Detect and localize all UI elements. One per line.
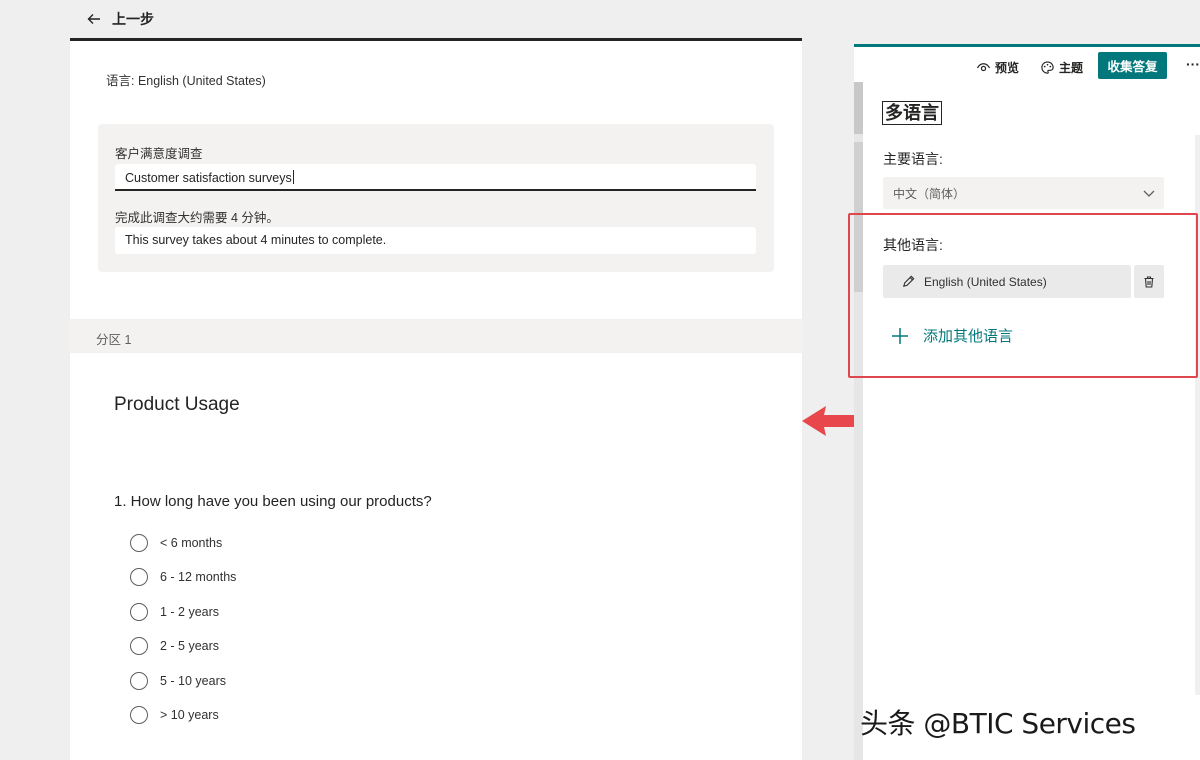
radio-button[interactable] — [130, 603, 148, 621]
section-title: Product Usage — [114, 394, 240, 415]
more-options-icon[interactable]: ··· — [1186, 56, 1200, 72]
multilingual-panel: 预览 主题 收集答复 ··· 多语言 主要语言: 中文（简体） 其他语言: En… — [854, 44, 1200, 760]
panel-title: 多语言 — [882, 101, 942, 125]
scroll-thumb[interactable] — [854, 82, 863, 134]
option-3[interactable]: 1 - 2 years — [130, 603, 219, 621]
form-title-card: 客户满意度调查 Customer satisfaction surveys 完成… — [98, 124, 774, 272]
title-translation-input[interactable]: Customer satisfaction surveys — [115, 164, 756, 191]
title-original-label: 客户满意度调查 — [115, 147, 203, 161]
text-caret — [292, 170, 294, 184]
section-header: 分区 1 — [70, 319, 802, 353]
theme-button[interactable]: 主题 — [1040, 59, 1083, 76]
primary-language-label: 主要语言: — [883, 151, 943, 167]
back-button[interactable]: 上一步 — [70, 0, 802, 38]
language-indicator: 语言: English (United States) — [106, 74, 266, 88]
radio-button[interactable] — [130, 637, 148, 655]
watermark: 头条 @BTIC Services — [860, 707, 1136, 740]
option-5[interactable]: 5 - 10 years — [130, 672, 226, 690]
eye-icon — [976, 63, 991, 72]
question-text: 1. How long have you been using our prod… — [114, 493, 432, 510]
radio-button[interactable] — [130, 672, 148, 690]
radio-button[interactable] — [130, 534, 148, 552]
panel-body: 多语言 主要语言: 中文（简体） 其他语言: English (United S… — [863, 85, 1200, 760]
arrow-left-icon — [87, 14, 100, 24]
preview-button[interactable]: 预览 — [976, 59, 1019, 76]
description-original-label: 完成此调查大约需要 4 分钟。 — [115, 211, 279, 225]
option-1[interactable]: < 6 months — [130, 534, 222, 552]
description-translation-input[interactable]: This survey takes about 4 minutes to com… — [115, 227, 756, 254]
option-2[interactable]: 6 - 12 months — [130, 568, 236, 586]
palette-icon — [1041, 61, 1054, 74]
option-4[interactable]: 2 - 5 years — [130, 637, 219, 655]
chevron-down-icon — [1143, 190, 1155, 197]
primary-language-dropdown[interactable]: 中文（简体） — [883, 177, 1164, 209]
panel-gutter-scrollbar[interactable] — [854, 82, 863, 760]
radio-button[interactable] — [130, 568, 148, 586]
form-canvas: 语言: English (United States) 客户满意度调查 Cust… — [70, 41, 802, 760]
top-toolbar: 预览 主题 收集答复 ··· — [854, 47, 1200, 85]
radio-button[interactable] — [130, 706, 148, 724]
option-6[interactable]: > 10 years — [130, 706, 219, 724]
annotation-highlight-box — [848, 213, 1198, 378]
back-label: 上一步 — [112, 11, 154, 27]
collect-responses-button[interactable]: 收集答复 — [1098, 52, 1167, 79]
